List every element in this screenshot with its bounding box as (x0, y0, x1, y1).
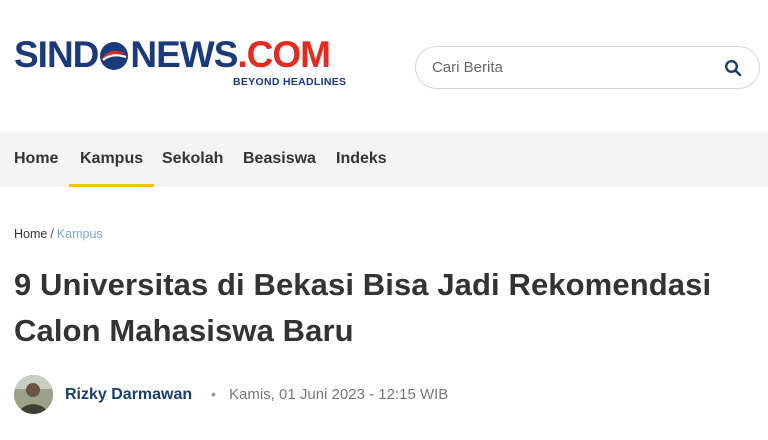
search-icon[interactable] (724, 59, 742, 77)
nav-item-indeks[interactable]: Indeks (336, 131, 387, 187)
nav-item-home[interactable]: Home (14, 131, 58, 187)
article-title: 9 Universitas di Bekasi Bisa Jadi Rekome… (14, 262, 754, 354)
breadcrumb-current[interactable]: Kampus (57, 227, 103, 241)
logo-text-sind: SIND (14, 34, 99, 75)
nav-item-sekolah[interactable]: Sekolah (162, 131, 223, 187)
breadcrumb: Home / Kampus (14, 227, 103, 241)
breadcrumb-home[interactable]: Home (14, 227, 47, 241)
site-logo[interactable]: SIND NEWS .COM BEYOND HEADLINES (14, 36, 359, 92)
logo-text-com: .COM (237, 34, 331, 75)
breadcrumb-separator: / (50, 227, 54, 241)
nav-item-kampus[interactable]: Kampus (68, 131, 155, 187)
logo-o-icon (99, 40, 129, 70)
search-input[interactable] (432, 47, 712, 88)
logo-text-news: NEWS (130, 34, 238, 75)
nav-item-beasiswa[interactable]: Beasiswa (243, 131, 316, 187)
publish-date: Kamis, 01 Juni 2023 - 12:15 WIB (229, 386, 449, 403)
logo-wordmark: SIND NEWS .COM (14, 34, 331, 75)
site-header: SIND NEWS .COM BEYOND HEADLINES (0, 0, 768, 131)
meta-separator: • (211, 386, 216, 402)
article-title-line1: 9 Universitas di Bekasi Bisa Jadi Rekome… (14, 267, 712, 302)
logo-tagline: BEYOND HEADLINES (233, 76, 347, 88)
author-name[interactable]: Rizky Darmawan (65, 386, 192, 404)
search-box (415, 46, 760, 89)
author-avatar[interactable] (14, 375, 53, 414)
main-nav: Home Kampus Sekolah Beasiswa Indeks (0, 131, 768, 187)
article-title-line2: Calon Mahasiswa Baru (14, 313, 354, 348)
